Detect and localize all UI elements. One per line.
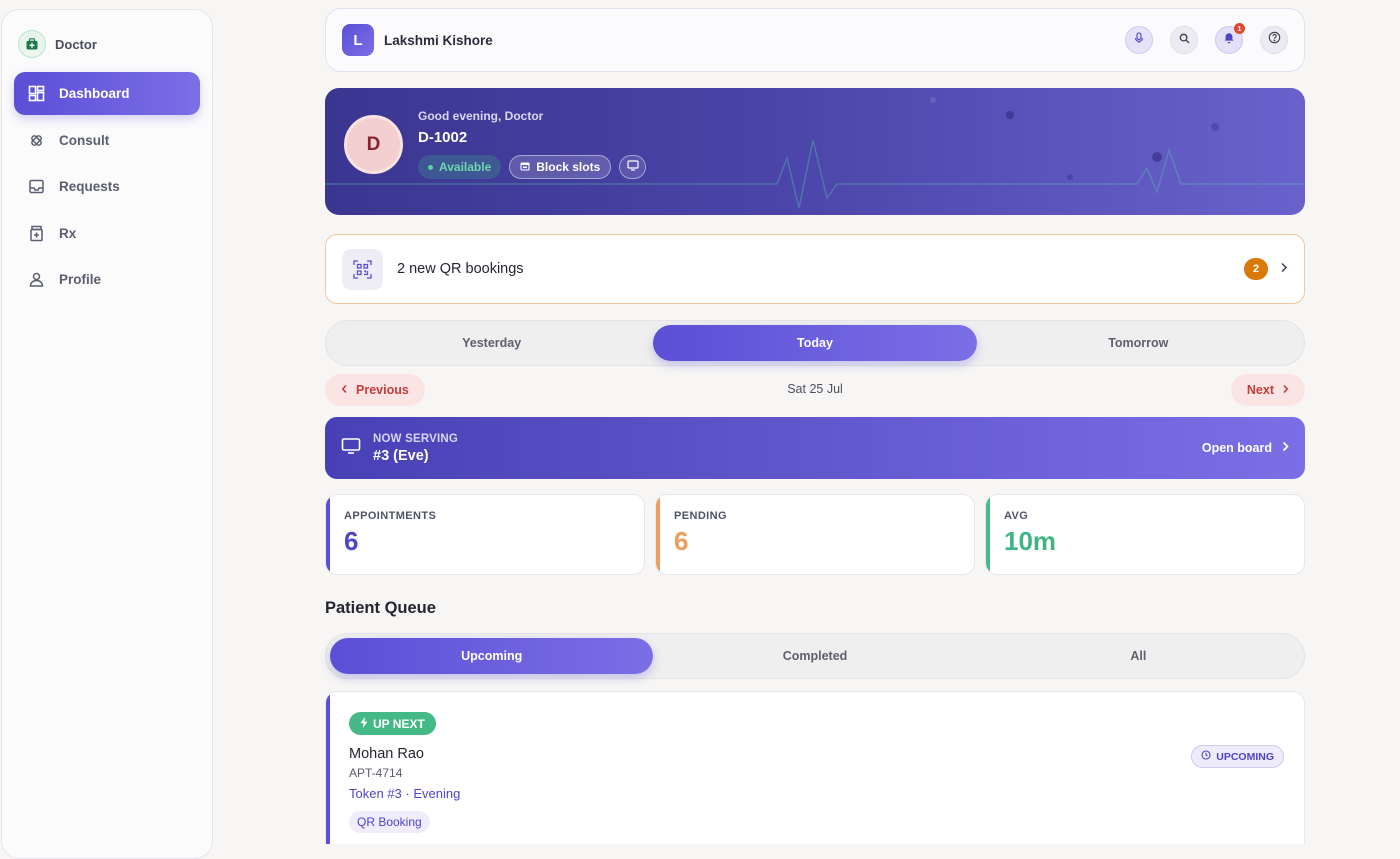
clock-icon: [1201, 750, 1211, 763]
block-slots-button[interactable]: Block slots: [509, 155, 612, 179]
doctor-hero-card: D Good evening, Doctor D-1002 Available …: [325, 88, 1305, 215]
tab-all[interactable]: All: [977, 638, 1300, 674]
display-button[interactable]: [619, 155, 647, 179]
notifications-button[interactable]: 1: [1215, 23, 1245, 54]
hero-chips: Available Block slots: [418, 155, 647, 179]
open-board-label: Open board: [1201, 441, 1272, 455]
dashboard-icon: [27, 85, 45, 103]
now-serving-info: NOW SERVING #3 (Eve): [373, 433, 458, 464]
calendar-icon: [520, 160, 530, 174]
stats-row: APPOINTMENTS 6 PENDING 6 AVG 10m: [325, 494, 1305, 575]
patient-name: Mohan Rao: [349, 746, 424, 762]
appointment-id: APT-4714: [349, 766, 403, 780]
medical-bag-icon: [18, 30, 46, 58]
monitor-icon: [627, 160, 639, 174]
tab-yesterday[interactable]: Yesterday: [330, 325, 653, 361]
greeting-text: Good evening, Doctor: [418, 109, 544, 123]
sidebar-item-label: Profile: [59, 272, 102, 287]
now-serving-label: NOW SERVING: [373, 432, 459, 445]
help-icon: [1268, 31, 1281, 49]
sidebar-item-rx[interactable]: Rx: [14, 212, 200, 255]
user-icon: [27, 271, 45, 289]
medicine-icon: [27, 224, 45, 242]
bandage-icon: [27, 131, 45, 149]
stat-avg: AVG 10m: [985, 494, 1305, 575]
sidebar-item-profile[interactable]: Profile: [14, 258, 200, 301]
status-label: UPCOMING: [1216, 750, 1274, 763]
stat-value: 6: [674, 526, 689, 556]
user-avatar[interactable]: L: [342, 24, 374, 56]
patient-queue-title: Patient Queue: [325, 599, 436, 617]
stat-label: AVG: [1004, 510, 1029, 522]
sidebar: Doctor Dashboard Consult Requests Rx Pro…: [1, 9, 213, 859]
sidebar-item-consult[interactable]: Consult: [14, 119, 200, 162]
queue-tabs: Upcoming Completed All: [325, 633, 1305, 679]
sidebar-item-label: Consult: [59, 132, 110, 148]
token-info: Token #3 · Evening: [349, 786, 461, 801]
sidebar-item-label: Rx: [59, 225, 77, 241]
heartbeat-decoration: [325, 97, 1305, 209]
mic-icon: [1133, 31, 1145, 49]
tab-tomorrow[interactable]: Tomorrow: [977, 325, 1300, 361]
tab-today[interactable]: Today: [653, 325, 977, 361]
up-next-label: UP NEXT: [373, 716, 425, 731]
patient-card[interactable]: UP NEXT Mohan Rao APT-4714 Token #3 · Ev…: [325, 691, 1305, 844]
open-board-button[interactable]: Open board: [1202, 441, 1289, 455]
chevron-right-icon: [1282, 383, 1289, 397]
search-icon: [1179, 31, 1190, 49]
sidebar-item-dashboard[interactable]: Dashboard: [14, 72, 200, 115]
chevron-right-icon: [1282, 441, 1289, 455]
top-bar: L Lakshmi Kishore 1: [325, 8, 1305, 72]
sidebar-brand-label: Doctor: [55, 36, 97, 52]
current-date: Sat 25 Jul: [787, 382, 843, 396]
user-name: Lakshmi Kishore: [384, 32, 493, 48]
sidebar-item-label: Requests: [59, 179, 120, 194]
now-serving-banner: NOW SERVING #3 (Eve) Open board: [325, 417, 1305, 479]
next-day-button[interactable]: Next: [1230, 374, 1305, 406]
booking-source-tag: QR Booking: [349, 811, 430, 833]
qr-bookings-count-badge: 2: [1244, 258, 1268, 280]
day-tabs: Yesterday Today Tomorrow: [325, 320, 1305, 366]
notification-count-badge: 1: [1234, 23, 1245, 34]
tab-completed[interactable]: Completed: [653, 638, 976, 674]
help-button[interactable]: [1260, 26, 1288, 54]
qr-bookings-text: 2 new QR bookings: [397, 261, 524, 277]
stat-appointments: APPOINTMENTS 6: [325, 494, 645, 575]
stat-label: PENDING: [674, 510, 727, 522]
availability-toggle[interactable]: Available: [418, 155, 502, 179]
bell-icon: [1223, 31, 1235, 49]
search-button[interactable]: [1170, 26, 1198, 54]
stat-label: APPOINTMENTS: [344, 510, 437, 522]
monitor-icon: [341, 437, 361, 460]
now-serving-value: #3 (Eve): [373, 447, 429, 464]
qr-bookings-card[interactable]: 2 new QR bookings 2: [325, 234, 1305, 304]
inbox-icon: [27, 178, 45, 196]
doctor-id: D-1002: [418, 129, 468, 146]
stat-value: 6: [344, 526, 359, 556]
sidebar-item-requests[interactable]: Requests: [14, 165, 200, 208]
bolt-icon: [360, 716, 368, 731]
stat-pending: PENDING 6: [655, 494, 975, 575]
status-badge: UPCOMING: [1191, 745, 1284, 768]
date-navigation: Previous Sat 25 Jul Next: [325, 374, 1305, 406]
availability-label: Available: [439, 160, 492, 174]
doctor-avatar: D: [344, 115, 403, 174]
voice-button[interactable]: [1125, 26, 1153, 54]
chevron-right-icon: [1280, 260, 1288, 278]
sidebar-brand: Doctor: [14, 26, 200, 72]
status-dot-icon: [428, 164, 433, 170]
tab-upcoming[interactable]: Upcoming: [330, 638, 654, 674]
sidebar-item-label: Dashboard: [59, 86, 130, 101]
up-next-badge: UP NEXT: [349, 712, 436, 735]
block-slots-label: Block slots: [536, 160, 601, 174]
stat-value: 10m: [1004, 526, 1057, 556]
top-actions: 1: [1125, 23, 1288, 54]
qr-code-icon: [342, 248, 383, 290]
next-label: Next: [1246, 383, 1274, 397]
